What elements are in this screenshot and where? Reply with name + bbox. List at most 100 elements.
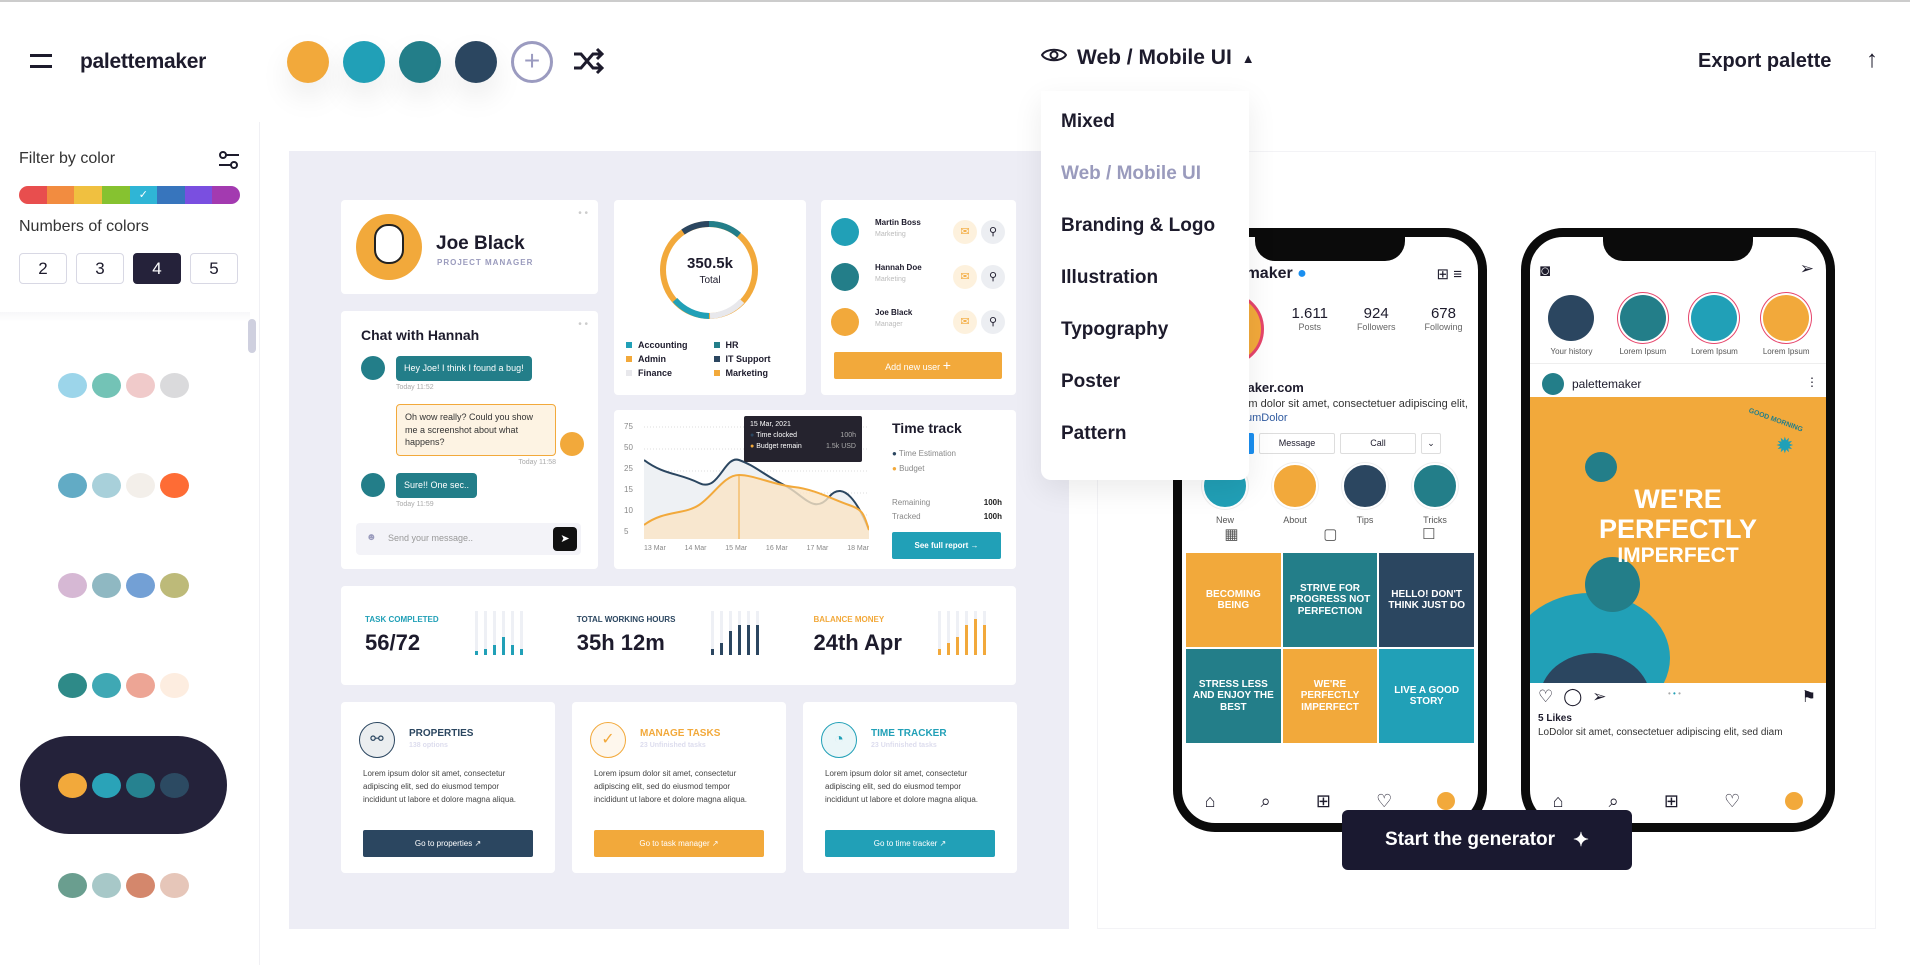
menu-item[interactable]: Web / Mobile UI xyxy=(1041,161,1249,213)
export-palette-button[interactable]: Export palette xyxy=(1698,50,1831,73)
story[interactable]: Lorem Ipsum xyxy=(1763,295,1810,356)
arrow-up-icon[interactable]: ↑ xyxy=(1866,46,1878,74)
search-user-icon[interactable]: ⚲ xyxy=(981,310,1005,334)
palette-color-swatch[interactable] xyxy=(399,41,441,83)
logo[interactable]: palettemaker xyxy=(80,50,206,74)
profile-icon[interactable] xyxy=(1785,792,1804,810)
color-filter-option[interactable] xyxy=(157,186,185,204)
view-type-dropdown[interactable]: Web / Mobile UI ▲ xyxy=(1040,46,1255,70)
add-new-user-button[interactable]: Add new user + xyxy=(834,352,1002,379)
shuffle-icon[interactable] xyxy=(572,46,605,81)
more-icon[interactable]: • • xyxy=(578,208,588,219)
color-filter-option[interactable] xyxy=(184,186,213,204)
search-icon[interactable]: ⌕ xyxy=(1609,791,1619,812)
profile-stat[interactable]: 678 Following xyxy=(1424,305,1462,332)
mail-icon[interactable]: ✉ xyxy=(953,220,977,244)
number-of-colors-button[interactable]: 4 xyxy=(133,253,181,284)
tagged-icon[interactable]: ☐ xyxy=(1422,525,1435,543)
start-generator-button[interactable]: Start the generator ✦ xyxy=(1342,810,1632,870)
color-filter-option[interactable] xyxy=(101,186,130,204)
menu-item[interactable]: Mixed xyxy=(1041,109,1249,161)
profile-stat[interactable]: 1.611 Posts xyxy=(1292,305,1328,332)
heart-icon[interactable]: ♡ xyxy=(1724,791,1740,812)
color-filter-option[interactable] xyxy=(19,186,47,204)
palette-swatch xyxy=(58,572,87,598)
more-icon[interactable]: ⋮ xyxy=(1806,375,1818,389)
menu-item[interactable]: Illustration xyxy=(1041,265,1249,317)
post-tile[interactable]: HELLO! DON'T THINK JUST DO xyxy=(1379,553,1474,647)
color-filter-option[interactable] xyxy=(74,186,102,204)
search-icon[interactable]: ⌕ xyxy=(1261,791,1271,812)
palette-option[interactable] xyxy=(20,636,227,734)
color-filter-option[interactable] xyxy=(212,186,240,204)
sidebar-scrollbar[interactable] xyxy=(248,319,256,353)
camera-icon[interactable]: ◙ xyxy=(1540,261,1550,281)
post-tile[interactable]: WE'RE PERFECTLY IMPERFECT xyxy=(1282,649,1378,743)
mail-icon[interactable]: ✉ xyxy=(953,265,977,289)
feature-button[interactable]: Go to time tracker ↗ xyxy=(825,830,995,857)
profile-icon[interactable] xyxy=(1437,792,1456,810)
stat-mini-chart xyxy=(711,611,765,660)
number-of-colors-button[interactable]: 3 xyxy=(76,253,124,284)
post-tile[interactable]: BECOMING BEING xyxy=(1186,553,1281,647)
like-icon[interactable]: ♡ xyxy=(1538,687,1553,707)
feature-button[interactable]: Go to task manager ↗ xyxy=(594,830,764,857)
post-tile[interactable]: LIVE A GOOD STORY xyxy=(1379,649,1474,743)
message-time: Today 11:52 xyxy=(396,383,434,391)
share-icon[interactable]: ➢ xyxy=(1592,687,1606,707)
add-post-icon[interactable]: ⊞ ≡ xyxy=(1437,265,1463,283)
chevron-down-icon[interactable]: ⌄ xyxy=(1421,433,1441,454)
story[interactable]: Your history xyxy=(1548,295,1595,356)
message-button[interactable]: Message xyxy=(1259,433,1335,454)
menu-item[interactable]: Typography xyxy=(1041,317,1249,369)
call-button[interactable]: Call xyxy=(1340,433,1416,454)
igtv-icon[interactable]: ▢ xyxy=(1323,525,1337,543)
palette-option[interactable] xyxy=(20,836,227,934)
color-filter-option[interactable]: ✓ xyxy=(129,186,158,204)
palette-option[interactable] xyxy=(20,736,227,834)
palette-option[interactable] xyxy=(20,436,227,534)
send-icon[interactable]: ➤ xyxy=(553,527,577,551)
highlight[interactable]: About xyxy=(1272,463,1318,525)
search-user-icon[interactable]: ⚲ xyxy=(981,220,1005,244)
menu-item[interactable]: Pattern xyxy=(1041,421,1249,473)
bookmark-icon[interactable]: ⚑ xyxy=(1802,687,1816,707)
comment-icon[interactable]: ◯ xyxy=(1563,687,1582,707)
story[interactable]: Lorem Ipsum xyxy=(1691,295,1738,356)
grid-icon[interactable]: ▦ xyxy=(1224,525,1238,543)
heart-icon[interactable]: ♡ xyxy=(1376,791,1392,812)
profile-stat[interactable]: 924 Followers xyxy=(1357,305,1396,332)
number-of-colors-button[interactable]: 2 xyxy=(19,253,67,284)
mail-icon[interactable]: ✉ xyxy=(953,310,977,334)
send-icon[interactable]: ➢ xyxy=(1800,259,1814,279)
search-user-icon[interactable]: ⚲ xyxy=(981,265,1005,289)
color-filter-option[interactable] xyxy=(46,186,75,204)
see-full-report-button[interactable]: See full report → xyxy=(892,532,1001,559)
menu-item[interactable]: Branding & Logo xyxy=(1041,213,1249,265)
hamburger-menu-icon[interactable] xyxy=(30,54,52,68)
palette-option[interactable] xyxy=(20,536,227,634)
add-color-button[interactable]: + xyxy=(511,41,553,83)
message-input[interactable]: ☻ Send your message.. ➤ xyxy=(356,523,581,555)
story[interactable]: Lorem Ipsum xyxy=(1619,295,1666,356)
palette-color-swatch[interactable] xyxy=(287,41,329,83)
palette-color-swatch[interactable] xyxy=(455,41,497,83)
palette-color-swatch[interactable] xyxy=(343,41,385,83)
home-icon[interactable]: ⌂ xyxy=(1553,791,1564,812)
emoji-icon[interactable]: ☻ xyxy=(366,532,377,543)
stat-label: Followers xyxy=(1356,322,1396,332)
highlight[interactable]: Tips xyxy=(1342,463,1388,525)
post-tile[interactable]: STRIVE FOR PROGRESS NOT PERFECTION xyxy=(1282,553,1378,647)
highlight[interactable]: Tricks xyxy=(1412,463,1458,525)
palette-option[interactable] xyxy=(20,336,227,434)
filter-settings-icon[interactable] xyxy=(218,150,240,175)
post-tile[interactable]: STRESS LESS AND ENJOY THE BEST xyxy=(1186,649,1281,743)
add-icon[interactable]: ⊞ xyxy=(1664,791,1679,812)
home-icon[interactable]: ⌂ xyxy=(1205,791,1216,812)
add-icon[interactable]: ⊞ xyxy=(1316,791,1331,812)
menu-item[interactable]: Poster xyxy=(1041,369,1249,421)
number-of-colors-button[interactable]: 5 xyxy=(190,253,238,284)
more-icon[interactable]: • • xyxy=(578,319,588,330)
post-username[interactable]: palettemaker xyxy=(1572,377,1641,391)
feature-button[interactable]: Go to properties ↗ xyxy=(363,830,533,857)
